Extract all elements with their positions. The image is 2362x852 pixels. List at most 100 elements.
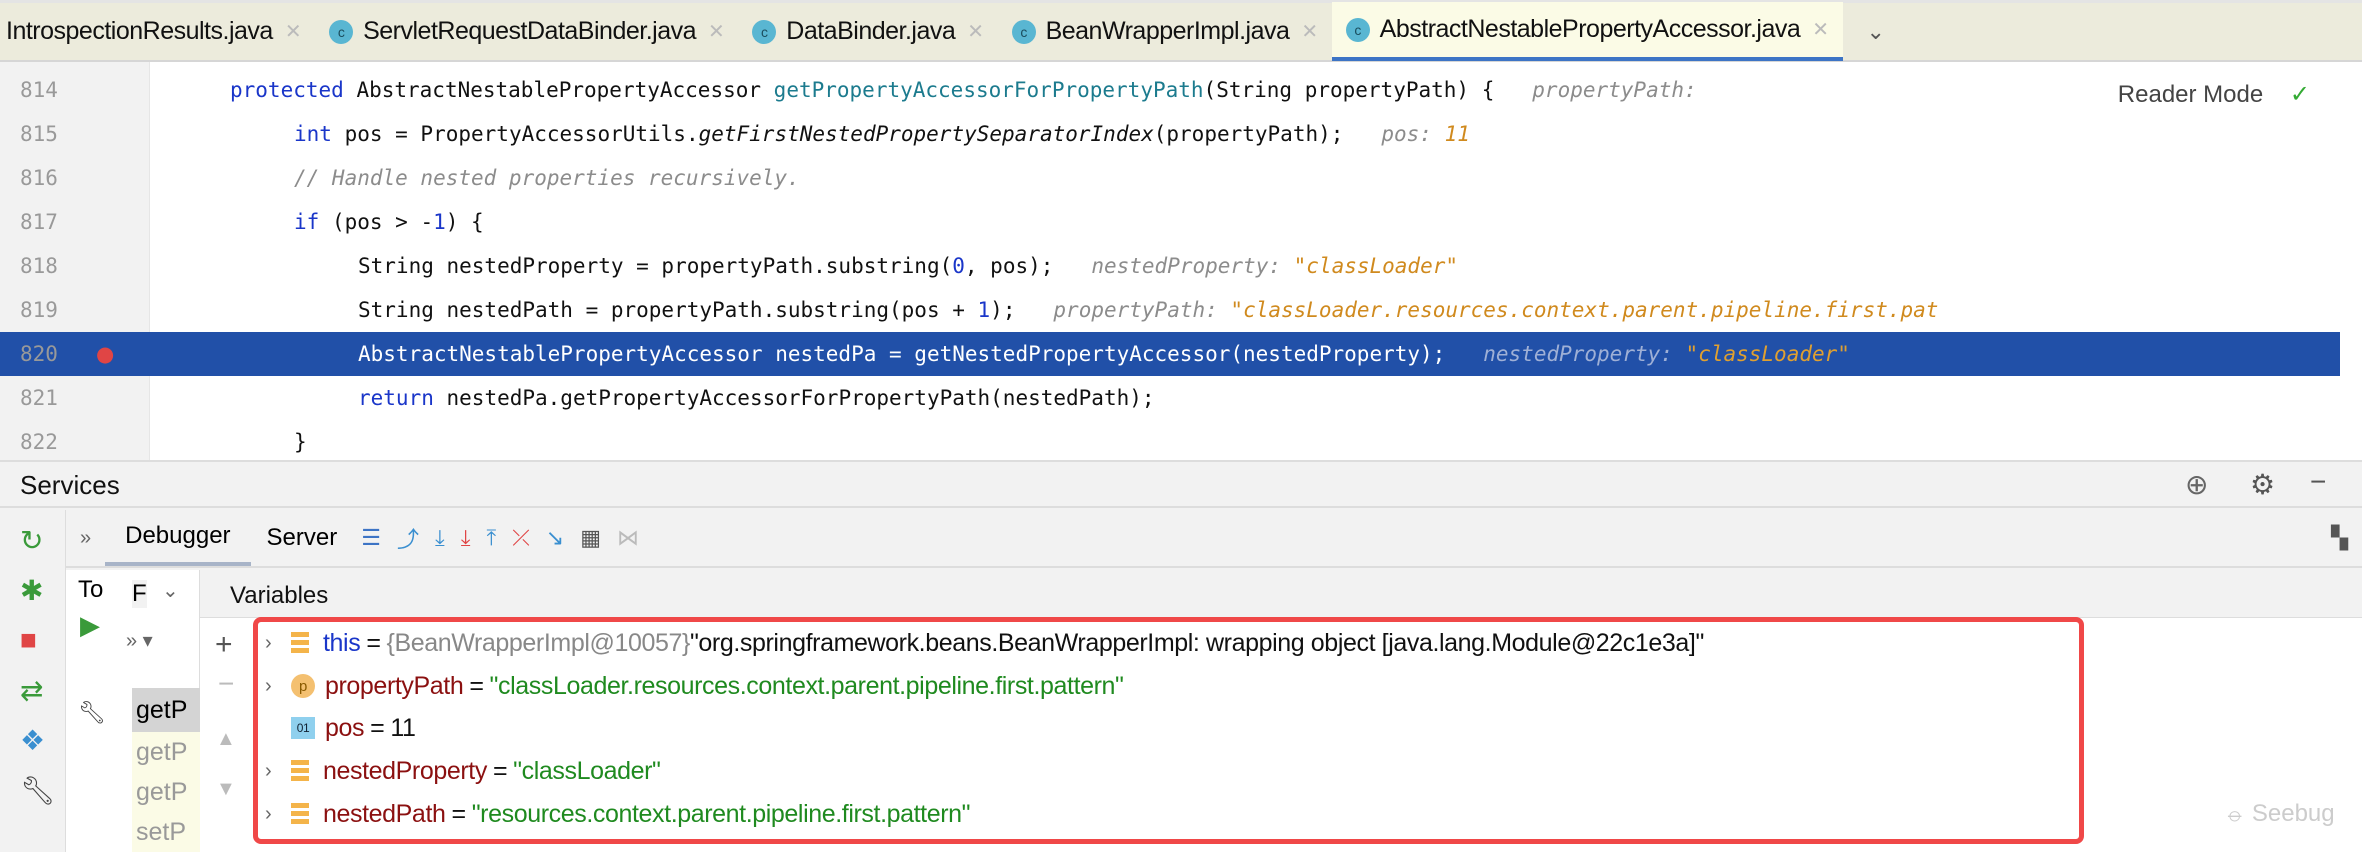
move-up-icon[interactable]: ▲ bbox=[216, 728, 236, 751]
seebug-watermark: ⦵ Seebug bbox=[2225, 800, 2335, 827]
keyword: if bbox=[294, 210, 332, 234]
code-line[interactable]: 819 String nestedPath = propertyPath.subs… bbox=[0, 288, 2340, 332]
inline-debug-hint: nestedProperty: bbox=[1091, 254, 1294, 278]
code-text: ); bbox=[990, 298, 1016, 322]
code-text: String nestedPath = propertyPath.substri… bbox=[358, 298, 978, 322]
tab-label: IntrospectionResults.java bbox=[6, 17, 273, 45]
tabs-dropdown-chevron-icon[interactable]: ⌄ bbox=[1867, 19, 1885, 45]
stop-icon[interactable]: ■ bbox=[20, 624, 37, 656]
class-icon: c bbox=[329, 19, 354, 44]
code-text: } bbox=[294, 430, 307, 454]
comment: // Handle nested properties recursively. bbox=[294, 166, 800, 190]
code-text: , pos); bbox=[964, 254, 1054, 278]
step-into-icon[interactable]: ⤓ bbox=[461, 525, 471, 551]
code-line[interactable]: 817 if (pos > -1) { bbox=[0, 200, 2340, 244]
keyword: protected bbox=[230, 78, 357, 102]
deploy-icon[interactable]: ⇄ bbox=[20, 674, 43, 707]
frame-item[interactable]: getP bbox=[136, 732, 196, 772]
code-line[interactable]: 820 ● AbstractNestablePropertyAccessor nes… bbox=[0, 332, 2340, 376]
debug-bug-icon[interactable]: ✱ bbox=[20, 574, 43, 607]
code-text: ) { bbox=[445, 210, 484, 234]
drop-frame-icon[interactable]: ⤫ bbox=[512, 525, 530, 551]
tab-debugger[interactable]: Debugger bbox=[105, 510, 251, 566]
tab-servlet-request-data-binder[interactable]: c ServletRequestDataBinder.java ✕ bbox=[315, 2, 738, 61]
frame-item-selected[interactable]: getP bbox=[132, 688, 200, 732]
code-line[interactable]: 816 // Handle nested properties recursive… bbox=[0, 156, 2340, 200]
reader-mode-button[interactable]: Reader Mode ✓ bbox=[2105, 76, 2322, 113]
remove-watch-icon[interactable]: − bbox=[218, 668, 234, 700]
close-icon[interactable]: ✕ bbox=[1812, 17, 1829, 42]
evaluate-expression-icon[interactable]: ▦ bbox=[580, 525, 601, 551]
rerun-icon[interactable]: ↻ bbox=[20, 524, 43, 557]
tab-abstract-nestable-property-accessor[interactable]: c AbstractNestablePropertyAccessor.java ✕ bbox=[1331, 2, 1843, 61]
class-icon: c bbox=[1011, 19, 1036, 44]
services-header: Services ⊕ ⚙ − bbox=[0, 460, 2362, 508]
code-line[interactable]: 821 return nestedPa.getPropertyAccessorFo… bbox=[0, 376, 2340, 420]
more-icon[interactable]: » bbox=[80, 527, 91, 550]
number-literal: 1 bbox=[977, 298, 991, 322]
trace-icon[interactable]: ⋈ bbox=[617, 525, 639, 551]
line-number: 819 bbox=[20, 298, 58, 322]
frames-filter-icon[interactable]: » ▾ bbox=[126, 628, 153, 653]
show-execution-point-icon[interactable]: ⤴ bbox=[397, 522, 419, 554]
close-icon[interactable]: ✕ bbox=[1301, 19, 1318, 44]
annotation-highlight-box bbox=[253, 617, 2084, 844]
locate-icon[interactable]: ⊕ bbox=[2185, 468, 2208, 501]
gear-icon[interactable]: ⚙ bbox=[2250, 468, 2275, 501]
close-icon[interactable]: ✕ bbox=[708, 19, 725, 44]
threads-label: To bbox=[78, 576, 104, 603]
inline-debug-hint: propertyPath: bbox=[1053, 298, 1231, 322]
frame-item[interactable]: getP bbox=[136, 772, 196, 812]
tab-introspection-results[interactable]: IntrospectionResults.java ✕ bbox=[0, 2, 315, 61]
close-icon[interactable]: ✕ bbox=[967, 19, 984, 44]
line-number: 817 bbox=[20, 210, 58, 234]
tab-label: DataBinder.java bbox=[786, 17, 956, 45]
inline-debug-value: 11 bbox=[1444, 122, 1470, 146]
step-out-icon[interactable]: ⤒ bbox=[486, 525, 496, 551]
frame-item[interactable]: setP bbox=[136, 812, 196, 852]
minimize-icon[interactable]: − bbox=[2310, 466, 2326, 498]
code-line[interactable]: 815 int pos = PropertyAccessorUtils.getFi… bbox=[0, 112, 2340, 156]
inline-debug-value: "classLoader" bbox=[1293, 254, 1459, 278]
code-editor[interactable]: 814 protected AbstractNestablePropertyAcc… bbox=[0, 62, 2362, 460]
method-name: getPropertyAccessorForPropertyPath bbox=[773, 78, 1204, 102]
code-text: pos = PropertyAccessorUtils. bbox=[344, 122, 699, 146]
code-text: (String propertyPath) { bbox=[1203, 78, 1495, 102]
check-icon: ✓ bbox=[2289, 81, 2310, 108]
services-tree-icon[interactable]: ❖ bbox=[20, 724, 45, 757]
tab-server[interactable]: Server bbox=[251, 512, 354, 564]
line-number: 814 bbox=[20, 78, 58, 102]
threads-menu-icon[interactable]: ☰ bbox=[361, 525, 381, 551]
line-number: 815 bbox=[20, 122, 58, 146]
step-over-icon[interactable]: ⤓ bbox=[435, 525, 445, 551]
layout-icon[interactable]: ▚ bbox=[2331, 525, 2348, 551]
code-text: nestedPa.getPropertyAccessorForPropertyP… bbox=[446, 386, 1155, 410]
line-number: 818 bbox=[20, 254, 58, 278]
frame-label: getP bbox=[136, 696, 188, 724]
code-line[interactable]: 822} bbox=[0, 420, 2340, 464]
run-to-cursor-icon[interactable]: ↘ bbox=[546, 525, 564, 551]
wrench-icon[interactable]: 🔧︎ bbox=[20, 774, 56, 807]
add-watch-icon[interactable]: + bbox=[215, 628, 233, 662]
tab-bean-wrapper-impl[interactable]: c BeanWrapperImpl.java ✕ bbox=[998, 2, 1332, 61]
move-down-icon[interactable]: ▼ bbox=[216, 778, 236, 801]
frames-label: F bbox=[132, 580, 147, 608]
tab-label: BeanWrapperImpl.java bbox=[1045, 17, 1290, 45]
close-icon[interactable]: ✕ bbox=[285, 19, 302, 44]
code-line[interactable]: 814 protected AbstractNestablePropertyAcc… bbox=[0, 68, 2340, 112]
services-left-toolbar: ↻ ✱ ■ ⇄ ❖ 🔧︎ bbox=[0, 510, 66, 852]
number-literal: 0 bbox=[952, 254, 965, 278]
inline-debug-hint: nestedProperty: bbox=[1483, 342, 1686, 366]
inline-debug-value: "classLoader" bbox=[1685, 342, 1850, 366]
reader-mode-label: Reader Mode bbox=[2117, 81, 2264, 108]
line-number: 816 bbox=[20, 166, 58, 190]
variables-title: Variables bbox=[230, 582, 329, 609]
chevron-down-icon[interactable]: ⌄ bbox=[162, 578, 179, 603]
resume-icon[interactable]: ▶ bbox=[80, 610, 100, 641]
wrench-icon[interactable]: 🔧︎ bbox=[78, 700, 106, 726]
code-line[interactable]: 818 String nestedProperty = propertyPath.… bbox=[0, 244, 2340, 288]
tab-data-binder[interactable]: c DataBinder.java ✕ bbox=[738, 2, 997, 61]
breakpoint-icon[interactable]: ● bbox=[96, 332, 114, 376]
inline-debug-hint: propertyPath: bbox=[1532, 78, 1710, 102]
debugger-toolbar: » Debugger Server ☰ ⤴ ⤓ ⤓ ⤒ ⤫ ↘ ▦ ⋈ ▚ bbox=[66, 510, 2362, 568]
